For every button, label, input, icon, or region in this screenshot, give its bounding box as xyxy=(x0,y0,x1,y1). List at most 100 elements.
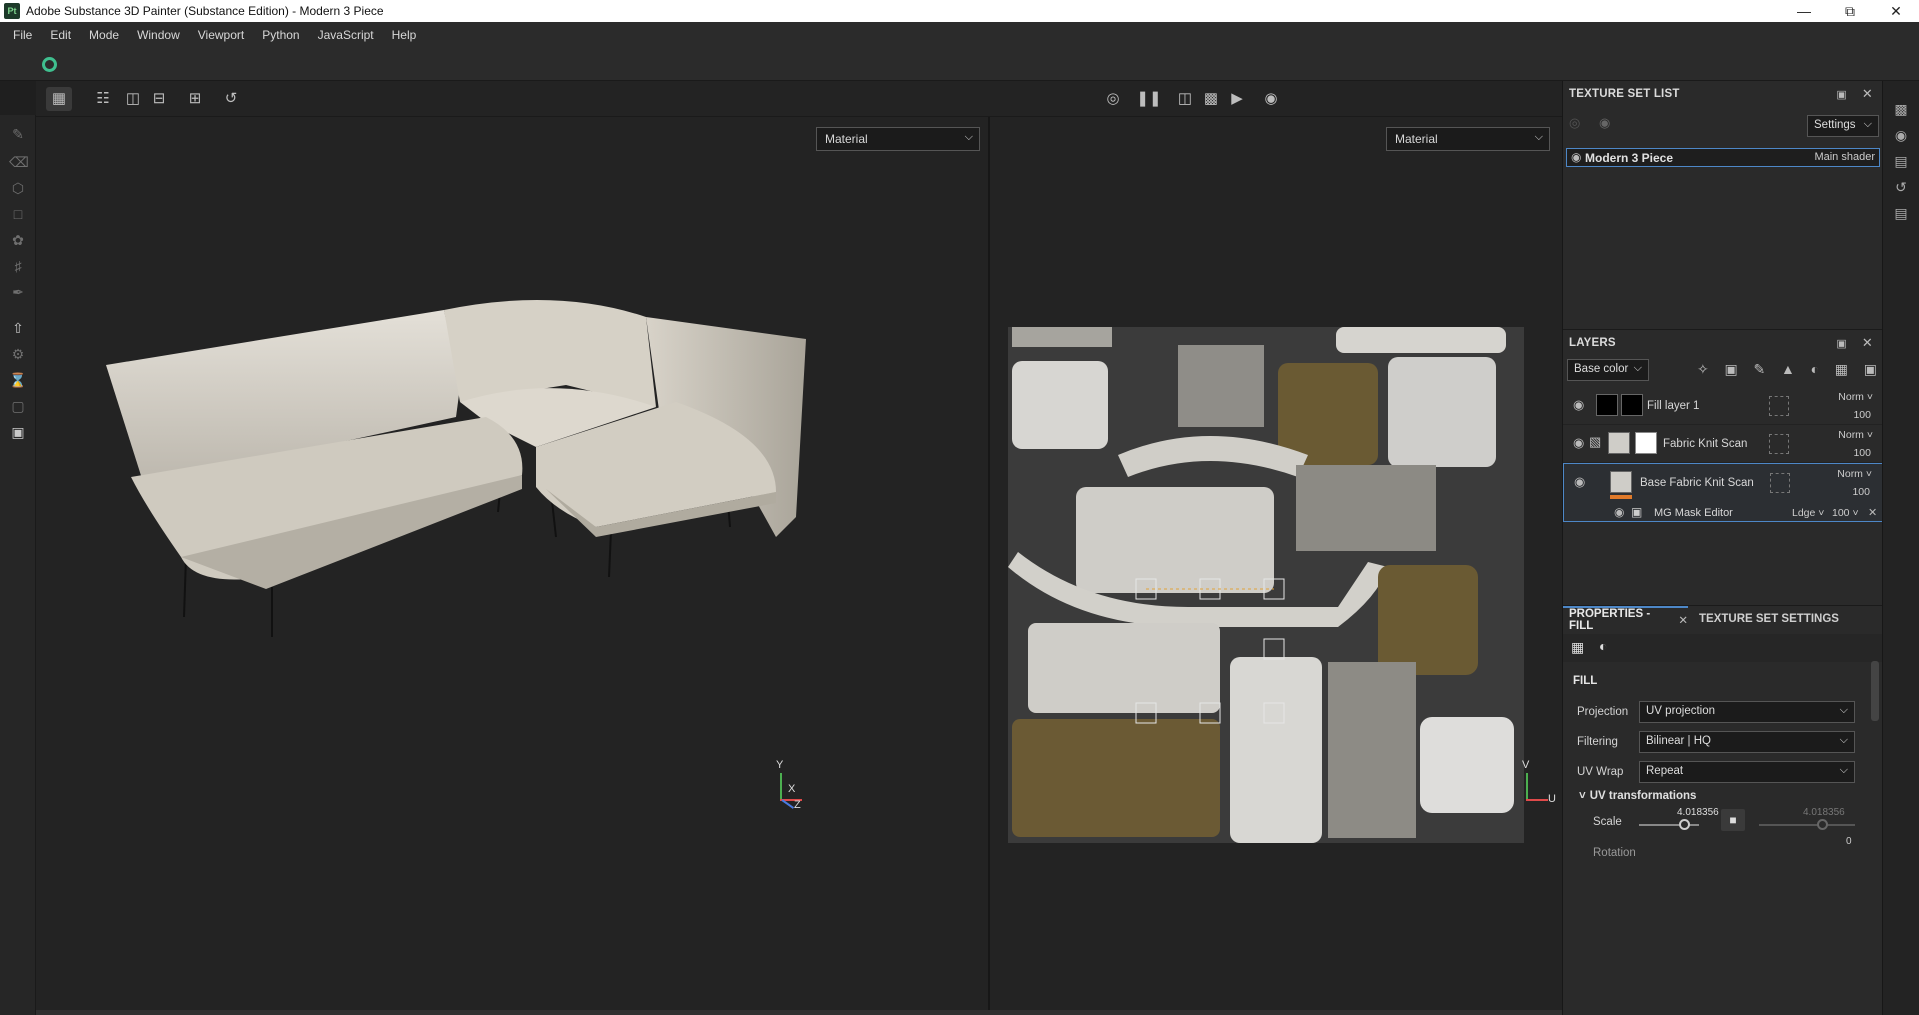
texture-set-shader[interactable]: Main shader xyxy=(1814,151,1875,163)
layer-row-selected[interactable]: ◉ Base Fabric Knit Scan Norm ˅ 100 ◉ ▣ M… xyxy=(1563,463,1883,522)
eye-icon[interactable]: ◉ xyxy=(1571,150,1581,164)
menu-mode[interactable]: Mode xyxy=(80,28,128,42)
restore-icon[interactable]: ⧉ xyxy=(1827,0,1873,22)
material-tab-icon[interactable]: ▦ xyxy=(1571,639,1584,656)
scale-value[interactable]: 4.018356 xyxy=(1677,807,1719,818)
effect-opacity[interactable]: 100 ˅ xyxy=(1832,507,1859,519)
bake-icon[interactable]: ⌛ xyxy=(9,371,27,389)
show-all-icon[interactable]: ◉ xyxy=(1599,115,1610,131)
layer-color-id[interactable] xyxy=(1769,434,1789,454)
viewport-2d[interactable]: Material ⌵ V U xyxy=(990,117,1562,1010)
camera-icon[interactable]: ▶ xyxy=(1224,87,1250,111)
eye-icon[interactable]: ◉ xyxy=(1573,397,1584,413)
viewport-2d-material-select[interactable]: Material ⌵ xyxy=(1386,127,1550,151)
layer-blend-mode[interactable]: Norm ˅ xyxy=(1837,468,1872,480)
close-icon[interactable]: ✕ xyxy=(1678,613,1688,627)
display-settings-icon[interactable]: ◉ xyxy=(1893,127,1909,143)
projection-icon[interactable]: ⬡ xyxy=(9,179,27,197)
menu-python[interactable]: Python xyxy=(253,28,308,42)
maximize-icon[interactable]: ▣ xyxy=(1836,337,1847,350)
menu-help[interactable]: Help xyxy=(383,28,426,42)
maximize-icon[interactable]: ▣ xyxy=(1836,88,1847,101)
texture-set-row[interactable]: ◉ Modern 3 Piece Main shader xyxy=(1566,148,1880,167)
capture-icon[interactable]: ▣ xyxy=(9,423,27,441)
symmetry-y-icon[interactable]: ⊟ xyxy=(146,87,172,111)
layer-blend-mode[interactable]: Norm ˅ xyxy=(1838,391,1873,403)
add-mask-icon[interactable]: ▣ xyxy=(1724,361,1737,379)
pause-icon[interactable]: ❚❚ xyxy=(1136,87,1162,111)
lock-icon[interactable]: ■ xyxy=(1721,809,1745,831)
symmetry-x-icon[interactable]: ◫ xyxy=(120,87,146,111)
settings-dropdown[interactable]: Settings ⌵ xyxy=(1807,115,1879,137)
cube-view-icon[interactable]: ▩ xyxy=(1198,87,1224,111)
rotation-value[interactable]: 0 xyxy=(1846,836,1852,847)
menu-javascript[interactable]: JavaScript xyxy=(309,28,383,42)
menu-file[interactable]: File xyxy=(4,28,41,42)
viewport-settings-icon[interactable]: ▩ xyxy=(1893,101,1909,117)
layer-opacity[interactable]: 100 xyxy=(1852,486,1870,498)
clone-stamp-icon[interactable]: ♯ xyxy=(9,257,27,275)
scale-slider-track[interactable] xyxy=(1639,824,1699,826)
brush-tab-icon[interactable]: ◐ xyxy=(1599,638,1607,654)
layer-color-id[interactable] xyxy=(1769,396,1789,416)
screenshot-icon[interactable]: ◉ xyxy=(1258,87,1284,111)
properties-scrollbar[interactable] xyxy=(1871,661,1879,721)
uvwrap-dropdown[interactable]: Repeat ⌵ xyxy=(1639,761,1855,783)
minimize-icon[interactable]: — xyxy=(1781,0,1827,22)
layer-mask-thumbnail[interactable] xyxy=(1621,394,1643,416)
layer-row[interactable]: ◉ ▧ Fabric Knit Scan Norm ˅ 100 xyxy=(1563,425,1883,463)
grid-single-view-icon[interactable]: ▦ xyxy=(46,87,72,111)
settings-icon[interactable]: ⚙ xyxy=(9,345,27,363)
add-effect-icon[interactable]: ✧ xyxy=(1697,361,1709,379)
uv-transformations-toggle[interactable]: ˅ UV transformations xyxy=(1579,790,1696,802)
eye-icon[interactable]: ◉ xyxy=(1574,474,1585,490)
projection-dropdown[interactable]: UV projection ⌵ xyxy=(1639,701,1855,723)
layer-row[interactable]: ◉ Fill layer 1 Norm ˅ 100 xyxy=(1563,387,1883,425)
eraser-icon[interactable]: ⌫ xyxy=(9,153,29,171)
tab-properties-fill[interactable]: PROPERTIES - FILL ✕ xyxy=(1563,606,1688,632)
filtering-dropdown[interactable]: Bilinear | HQ ⌵ xyxy=(1639,731,1855,753)
paint-brush-icon[interactable]: ✎ xyxy=(9,125,27,143)
plugin-logo-icon[interactable] xyxy=(42,57,57,72)
assets-icon[interactable]: ▤ xyxy=(1893,153,1909,169)
add-smart-material-icon[interactable]: ◐ xyxy=(1811,361,1819,379)
polygon-fill-icon[interactable]: □ xyxy=(9,205,27,223)
effect-blend-mode[interactable]: Ldge ˅ xyxy=(1792,507,1824,519)
hide-all-icon[interactable]: ◎ xyxy=(1569,115,1580,131)
close-icon[interactable]: ✕ xyxy=(1862,335,1873,351)
layer-opacity[interactable]: 100 xyxy=(1853,447,1871,459)
close-icon[interactable]: ✕ xyxy=(1868,506,1877,519)
smudge-icon[interactable]: ✿ xyxy=(9,231,27,249)
scale-slider-handle[interactable] xyxy=(1679,819,1690,830)
add-icon[interactable]: ⊞ xyxy=(182,87,208,111)
add-fill-layer-icon[interactable]: ▲ xyxy=(1781,361,1795,379)
hide-icon[interactable]: ◎ xyxy=(1100,87,1126,111)
add-paint-layer-icon[interactable]: ✎ xyxy=(1753,361,1765,379)
log-icon[interactable]: ▤ xyxy=(1893,205,1909,221)
layer-opacity[interactable]: 100 xyxy=(1853,409,1871,421)
layer-blend-mode[interactable]: Norm ˅ xyxy=(1838,429,1873,441)
eye-icon[interactable]: ◉ xyxy=(1614,505,1624,519)
menu-window[interactable]: Window xyxy=(128,28,189,42)
menu-viewport[interactable]: Viewport xyxy=(189,28,253,42)
viewport-toolbar: ▦ ☷ ◫ ⊟ ⊞ ↺ ◎ ❚❚ ◫ ▩ ▶ ◉ xyxy=(36,81,1564,117)
history-icon[interactable]: ↺ xyxy=(1893,179,1909,195)
export-icon[interactable]: ⇧ xyxy=(9,319,27,337)
add-folder-icon[interactable]: ▦ xyxy=(1835,361,1848,379)
grid-layout-icon[interactable]: ☷ xyxy=(90,87,116,111)
split-view-icon[interactable]: ◫ xyxy=(1172,87,1198,111)
layer-mask-thumbnail[interactable] xyxy=(1635,432,1657,454)
close-icon[interactable]: ✕ xyxy=(1862,86,1873,102)
uv-icon[interactable]: ▢ xyxy=(9,397,27,415)
delete-icon[interactable]: ▣ xyxy=(1864,361,1877,379)
layer-color-id[interactable] xyxy=(1770,473,1790,493)
tab-texture-set-settings[interactable]: TEXTURE SET SETTINGS xyxy=(1699,606,1839,632)
folder-icon[interactable]: ▧ xyxy=(1589,434,1601,450)
close-icon[interactable]: ✕ xyxy=(1873,0,1919,22)
color-picker-icon[interactable]: ✒ xyxy=(9,283,27,301)
menu-edit[interactable]: Edit xyxy=(41,28,80,42)
viewport-3d[interactable]: Material ⌵ Y X Z xyxy=(36,117,988,1010)
channel-dropdown[interactable]: Base color ⌵ xyxy=(1567,359,1649,381)
eye-icon[interactable]: ◉ xyxy=(1573,435,1584,451)
history-icon[interactable]: ↺ xyxy=(218,87,244,111)
